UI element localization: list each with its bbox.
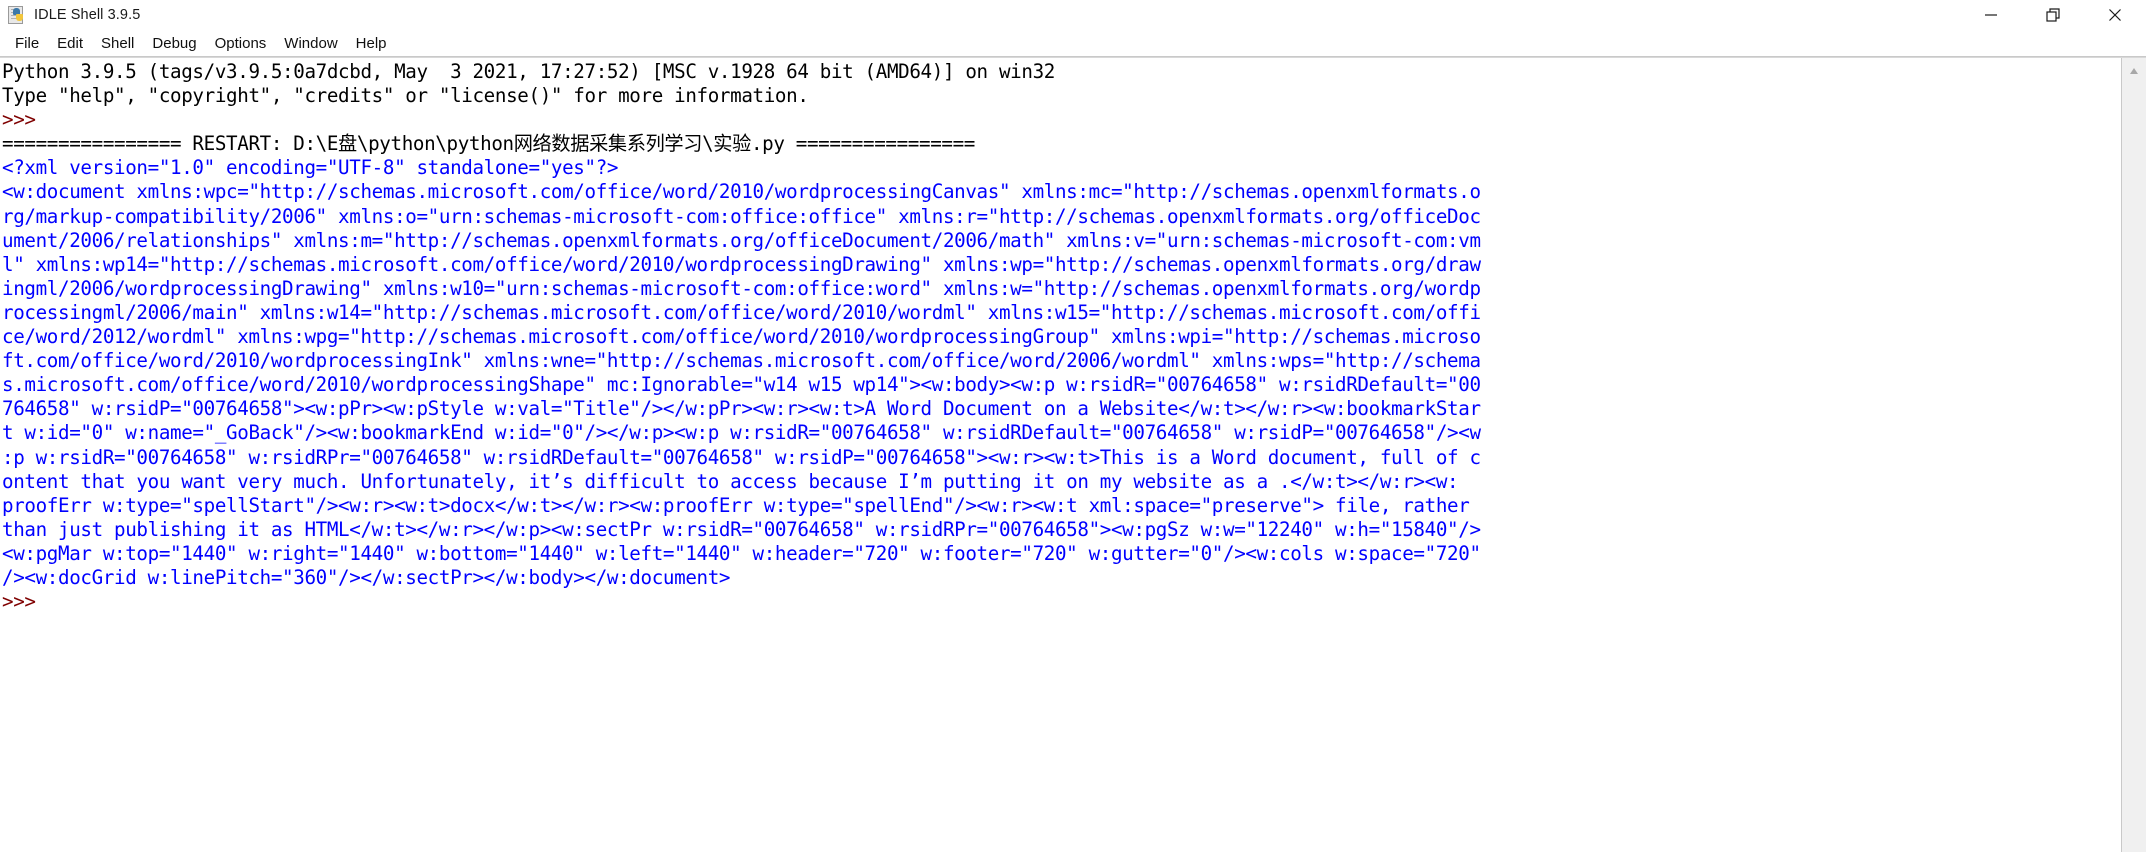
shell-line: ce/word/2012/wordml" xmlns:wpg="http://s… <box>2 325 1481 349</box>
menu-item-debug[interactable]: Debug <box>143 33 205 54</box>
menu-item-edit[interactable]: Edit <box>48 33 92 54</box>
shell-line: /><w:docGrid w:linePitch="360"/></w:sect… <box>2 565 731 589</box>
scroll-up-arrow-icon[interactable] <box>2122 60 2146 82</box>
python-file-icon <box>8 6 26 24</box>
menu-item-shell[interactable]: Shell <box>92 33 143 54</box>
window-title: IDLE Shell 3.9.5 <box>34 7 141 23</box>
shell-line: proofErr w:type="spellStart"/><w:r><w:t>… <box>2 493 1470 517</box>
idle-shell-window: IDLE Shell 3.9.5 File Edit Shell Debug O… <box>0 0 2146 852</box>
shell-line: Type "help", "copyright", "credits" or "… <box>2 84 809 108</box>
shell-line: l" xmlns:wp14="http://schemas.microsoft.… <box>2 252 1481 276</box>
menu-item-window[interactable]: Window <box>275 33 346 54</box>
shell-line: 764658" w:rsidP="00764658"><w:pPr><w:pSt… <box>2 397 1481 421</box>
menu-item-help[interactable]: Help <box>347 33 396 54</box>
shell-line: <w:document xmlns:wpc="http://schemas.mi… <box>2 180 1481 204</box>
menubar: File Edit Shell Debug Options Window Hel… <box>0 30 2146 57</box>
shell-line: t w:id="0" w:name="_GoBack"/><w:bookmark… <box>2 421 1481 445</box>
titlebar: IDLE Shell 3.9.5 <box>0 0 2146 30</box>
shell-line: <w:pgMar w:top="1440" w:right="1440" w:b… <box>2 541 1481 565</box>
titlebar-left: IDLE Shell 3.9.5 <box>0 6 140 24</box>
shell-line: ================ RESTART: D:\E盘\python\p… <box>2 132 976 156</box>
shell-area: Python 3.9.5 (tags/v3.9.5:0a7dcbd, May 3… <box>0 57 2146 852</box>
shell-line: than just publishing it as HTML</w:t></w… <box>2 517 1481 541</box>
shell-line: <?xml version="1.0" encoding="UTF-8" sta… <box>2 156 619 180</box>
shell-line: >>> <box>2 108 47 132</box>
window-controls <box>1960 0 2146 30</box>
menu-item-file[interactable]: File <box>6 33 48 54</box>
shell-line: ingml/2006/wordprocessingDrawing" xmlns:… <box>2 276 1481 300</box>
shell-line: rg/markup-compatibility/2006" xmlns:o="u… <box>2 204 1481 228</box>
shell-line: :p w:rsidR="00764658" w:rsidRPr="0076465… <box>2 445 1481 469</box>
shell-output-text[interactable]: Python 3.9.5 (tags/v3.9.5:0a7dcbd, May 3… <box>0 58 2122 852</box>
restore-icon[interactable] <box>2022 0 2084 30</box>
minimize-icon[interactable] <box>1960 0 2022 30</box>
shell-line: ft.com/office/word/2010/wordprocessingIn… <box>2 349 1481 373</box>
shell-line: ument/2006/relationships" xmlns:m="http:… <box>2 228 1481 252</box>
shell-line: s.microsoft.com/office/word/2010/wordpro… <box>2 373 1481 397</box>
shell-line: ontent that you want very much. Unfortun… <box>2 469 1459 493</box>
shell-line: rocessingml/2006/main" xmlns:w14="http:/… <box>2 300 1481 324</box>
vertical-scrollbar[interactable] <box>2122 58 2146 852</box>
close-icon[interactable] <box>2084 0 2146 30</box>
shell-line: Python 3.9.5 (tags/v3.9.5:0a7dcbd, May 3… <box>2 60 1055 83</box>
menu-item-options[interactable]: Options <box>206 33 276 54</box>
shell-line: >>> <box>2 590 47 614</box>
